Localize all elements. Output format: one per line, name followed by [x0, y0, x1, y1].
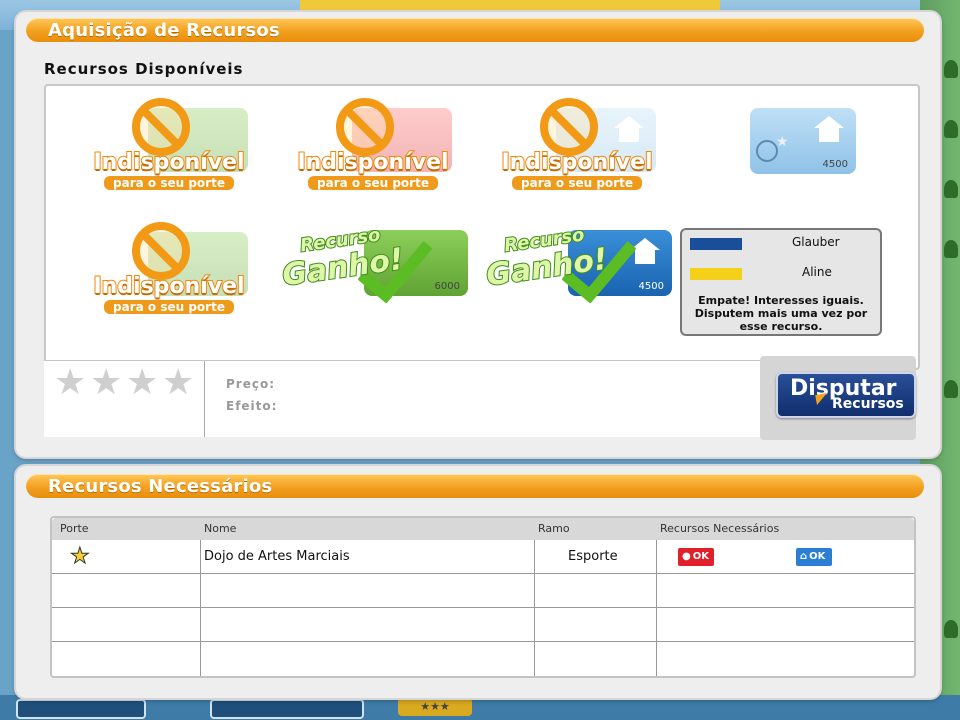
porte-star-icon: ★	[70, 544, 91, 570]
badge-ok-text: OK	[692, 551, 709, 562]
unavailable-label: Indisponível	[296, 149, 449, 176]
prohibited-icon	[540, 98, 598, 156]
available-resources-grid: Indisponível para o seu porte Indisponív…	[44, 84, 920, 370]
background-stars-chip: ★★★	[398, 698, 472, 716]
rating-star-icon: ★	[54, 362, 87, 403]
unavailable-label: Indisponível	[500, 149, 653, 176]
resource-card: ★ 4500	[750, 108, 856, 174]
panel-title-bar: Aquisição de Recursos	[26, 18, 924, 42]
unavailable-overlay: Indisponível para o seu porte	[84, 222, 254, 318]
table-row	[52, 574, 914, 608]
unavailable-sublabel: para o seu porte	[104, 300, 234, 314]
dispute-button-area: Disputar Recursos	[760, 356, 916, 440]
resource-tile[interactable]: 6000 Recurso Ganho!	[274, 214, 468, 322]
required-resources-table: Porte Nome Ramo Recursos Necessários ★ D…	[50, 516, 916, 678]
tree-icon	[944, 620, 958, 638]
effect-label: Efeito:	[226, 399, 278, 413]
house-icon	[812, 116, 846, 142]
unavailable-overlay: Indisponível para o seu porte	[492, 98, 662, 194]
rating-star-icon: ★	[126, 362, 159, 403]
background-chip	[210, 699, 364, 719]
section-label: Recursos Disponíveis	[44, 60, 244, 78]
player-name: Glauber	[792, 235, 840, 249]
dispute-resources-button[interactable]: Disputar Recursos	[776, 372, 916, 418]
divider	[204, 361, 205, 437]
tree-icon	[944, 120, 958, 138]
required-resources-panel: Recursos Necessários Porte Nome Ramo Rec…	[16, 466, 940, 698]
price-label: Preço:	[226, 377, 276, 391]
resource-tile[interactable]: Indisponível para o seu porte	[476, 90, 666, 198]
unavailable-overlay: Indisponível para o seu porte	[84, 98, 254, 194]
unavailable-overlay: Indisponível para o seu porte	[288, 98, 458, 194]
resource-tile[interactable]: Indisponível para o seu porte	[272, 90, 462, 198]
dispute-message: Empate! Interesses iguais. Disputem mais…	[694, 294, 868, 333]
unavailable-label: Indisponível	[92, 149, 245, 176]
unavailable-sublabel: para o seu porte	[104, 176, 234, 190]
face-icon	[756, 140, 778, 162]
player-name: Aline	[802, 265, 832, 279]
dispute-status-box: Glauber Aline Empate! Interesses iguais.…	[680, 228, 882, 336]
column-header-porte: Porte	[60, 522, 89, 535]
rating-star-icon: ★	[90, 362, 123, 403]
resource-tile[interactable]: Indisponível para o seu porte	[68, 90, 258, 198]
table-row	[52, 642, 914, 675]
game-background-bottom	[0, 695, 960, 720]
resource-tile[interactable]: 4500 Recurso Ganho!	[478, 214, 672, 322]
won-overlay: Recurso Ganho!	[483, 220, 664, 316]
rating-star-icon: ★	[162, 362, 195, 403]
person-ok-badge-icon: ● OK	[678, 548, 714, 566]
tree-icon	[944, 180, 958, 198]
player-color-swatch	[690, 268, 742, 280]
row-nome: Dojo de Artes Marciais	[204, 549, 350, 564]
button-label-line2: Recursos	[832, 396, 904, 412]
column-header-nome: Nome	[204, 522, 237, 535]
table-row[interactable]: ★ Dojo de Artes Marciais Esporte ● OK ⌂ OK	[52, 540, 914, 574]
resource-info-row: ★ ★ ★ ★ Preço: Efeito:	[44, 360, 760, 437]
resource-tile[interactable]: ★ 4500	[676, 90, 866, 198]
table-header: Porte Nome Ramo Recursos Necessários	[52, 518, 914, 540]
resource-acquisition-panel: Aquisição de Recursos Recursos Disponíve…	[16, 12, 940, 457]
panel-title: Recursos Necessários	[48, 476, 273, 497]
resource-tile[interactable]: Indisponível para o seu porte	[68, 214, 258, 322]
prohibited-icon	[132, 222, 190, 280]
row-ramo: Esporte	[568, 549, 618, 564]
prohibited-icon	[336, 98, 394, 156]
resource-value: 4500	[822, 159, 848, 170]
unavailable-sublabel: para o seu porte	[512, 176, 642, 190]
won-overlay: Recurso Ganho!	[279, 220, 460, 316]
prohibited-icon	[132, 98, 190, 156]
unavailable-label: Indisponível	[92, 273, 245, 300]
tree-icon	[944, 240, 958, 258]
column-header-recursos: Recursos Necessários	[660, 522, 780, 535]
house-ok-badge-icon: ⌂ OK	[796, 548, 832, 566]
panel-title-bar: Recursos Necessários	[26, 474, 924, 498]
column-header-ramo: Ramo	[538, 522, 570, 535]
background-chip	[16, 699, 146, 719]
table-row	[52, 608, 914, 642]
badge-ok-text: OK	[809, 551, 826, 562]
cursor-icon	[815, 393, 829, 405]
star-icon: ★	[776, 134, 789, 150]
player-color-swatch	[690, 238, 742, 250]
tree-icon	[944, 380, 958, 398]
unavailable-sublabel: para o seu porte	[308, 176, 438, 190]
panel-title: Aquisição de Recursos	[48, 20, 280, 41]
tree-icon	[944, 60, 958, 78]
